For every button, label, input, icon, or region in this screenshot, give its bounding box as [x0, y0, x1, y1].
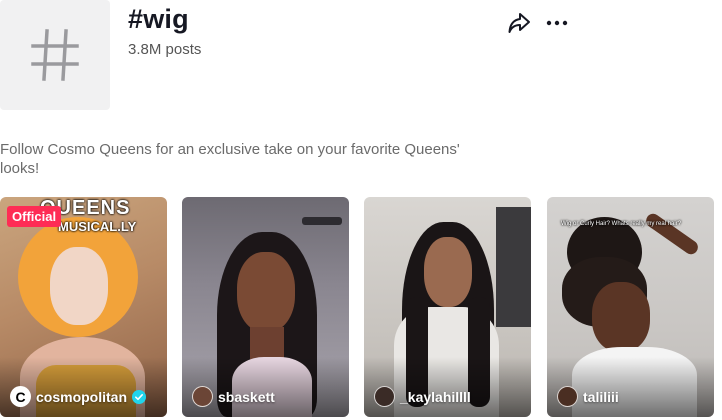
more-options-button[interactable]: [545, 12, 569, 34]
hashtag-thumbnail: [0, 0, 110, 110]
username: _kaylahillll: [400, 388, 471, 405]
video-author[interactable]: sbaskett: [192, 386, 275, 407]
more-options-icon: [546, 20, 568, 26]
official-badge: Official: [7, 206, 62, 227]
video-author[interactable]: _kaylahillll: [374, 386, 471, 407]
video-card-sbaskett[interactable]: sbaskett: [182, 197, 349, 417]
username: cosmopolitan: [36, 388, 128, 405]
username: sbaskett: [218, 388, 275, 405]
video-overlay-subtitle: MUSICAL.LY: [58, 219, 137, 234]
avatar-letter: C: [15, 388, 26, 405]
avatar: [557, 386, 578, 407]
video-author[interactable]: taliliii: [557, 386, 619, 407]
avatar: [374, 386, 395, 407]
hashtag-description: Follow Cosmo Queens for an exclusive tak…: [0, 141, 460, 177]
page-title: #wig: [128, 4, 189, 34]
avatar: C: [10, 386, 31, 407]
video-author[interactable]: C cosmopolitan: [10, 386, 147, 407]
share-icon: [508, 13, 530, 33]
username: taliliii: [583, 388, 619, 405]
post-count: 3.8M posts: [128, 41, 202, 58]
video-card-kaylahillll[interactable]: _kaylahillll: [364, 197, 531, 417]
share-button[interactable]: [507, 12, 531, 34]
video-card-taliliii[interactable]: Wig or Curly Hair? Whats really my real …: [547, 197, 714, 417]
hashtag-icon: [31, 29, 79, 81]
verified-check-icon: [132, 389, 147, 404]
avatar: [192, 386, 213, 407]
video-card-cosmopolitan[interactable]: QUEENS MUSICAL.LY Official C cosmopolita…: [0, 197, 167, 417]
video-caption: Wig or Curly Hair? Whats really my real …: [561, 221, 682, 227]
